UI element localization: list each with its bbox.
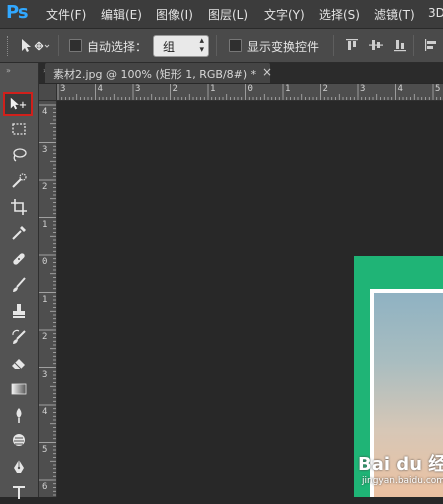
- eraser-icon: [12, 359, 25, 370]
- separator: [333, 35, 334, 56]
- close-icon[interactable]: ×: [262, 65, 272, 79]
- ruler-h-label: 3: [360, 84, 366, 94]
- canvas-area[interactable]: [57, 101, 443, 497]
- ruler-h-label: 0: [247, 84, 253, 94]
- crop-icon: [11, 199, 27, 215]
- baidu-jingyan-watermark: Bai du 经验 jingyan.baidu.com: [356, 448, 443, 497]
- menu-bar: Ps 文件(F) 编辑(E) 图像(I) 图层(L) 文字(Y) 选择(S) 滤…: [0, 0, 443, 29]
- horizontal-ruler[interactable]: 343210123456: [57, 84, 443, 101]
- ruler-v-label: 6: [42, 482, 48, 492]
- dodge-tool[interactable]: [5, 430, 33, 452]
- bandage-icon: [13, 253, 25, 265]
- pen-icon: [14, 460, 24, 473]
- history-brush-icon: [12, 329, 26, 344]
- document-tab-title: 素材2.jpg @ 100% (矩形 1, RGB/8#) *: [53, 68, 257, 81]
- show-transform-label: 显示变换控件: [247, 40, 320, 54]
- marquee-tool[interactable]: [5, 118, 33, 140]
- eraser-tool[interactable]: [5, 352, 33, 374]
- ruler-v-label: 1: [42, 294, 48, 305]
- stamp-tool[interactable]: [5, 300, 33, 322]
- pen-tool[interactable]: [5, 456, 33, 478]
- type-tool[interactable]: [5, 482, 33, 504]
- tool-preset-picker[interactable]: [20, 36, 50, 56]
- ruler-v-label: 3: [42, 144, 48, 155]
- healing-tool[interactable]: [5, 248, 33, 270]
- ruler-v-label: 0: [42, 257, 48, 267]
- blur-icon: [16, 408, 22, 423]
- crop-tool[interactable]: [5, 196, 33, 218]
- ruler-h-label: 3: [60, 84, 66, 94]
- brush-icon: [13, 277, 26, 292]
- ruler-h-label: 1: [285, 84, 291, 94]
- move-icon: [22, 39, 50, 52]
- options-bar-grip[interactable]: [7, 36, 10, 56]
- menu-edit[interactable]: 编辑(E): [101, 6, 142, 23]
- show-transform-checkbox[interactable]: [229, 39, 242, 52]
- document-tab[interactable]: 素材2.jpg @ 100% (矩形 1, RGB/8#) * ×: [45, 63, 272, 83]
- align-bottom-icon[interactable]: [393, 38, 407, 52]
- quick-select-icon: [12, 173, 27, 188]
- ruler-h-label: 1: [210, 84, 216, 94]
- lasso-icon: [13, 148, 27, 162]
- ruler-v-label: 4: [42, 107, 48, 117]
- ruler-h-label: 2: [322, 84, 328, 94]
- ruler-v-label: 2: [42, 332, 48, 342]
- menu-select[interactable]: 选择(S): [319, 6, 360, 23]
- menu-3d[interactable]: 3D: [428, 6, 443, 20]
- ruler-h-label: 4: [397, 84, 403, 94]
- ruler-v-label: 2: [42, 182, 48, 192]
- separator: [58, 35, 59, 56]
- stamp-icon: [13, 304, 25, 318]
- auto-select-label: 自动选择：: [87, 40, 148, 54]
- menu-image[interactable]: 图像(I): [156, 6, 193, 23]
- move-tool[interactable]: [3, 92, 33, 116]
- brush-tool[interactable]: [5, 274, 33, 296]
- auto-select-dropdown[interactable]: 组 ▴ ▾: [153, 35, 209, 57]
- ruler-v-label: 3: [42, 369, 48, 380]
- watermark-url: jingyan.baidu.com: [362, 476, 443, 486]
- ruler-v-label: 1: [42, 219, 48, 230]
- gradient-tool[interactable]: [5, 378, 33, 400]
- menu-type[interactable]: 文字(Y): [264, 6, 305, 23]
- quick-select-tool[interactable]: [5, 170, 33, 192]
- ruler-h-label: 3: [135, 84, 141, 94]
- lasso-tool[interactable]: [5, 144, 33, 166]
- ruler-v-label: 4: [42, 407, 48, 417]
- align-top-icon[interactable]: [345, 38, 359, 52]
- align-vertical-center-icon[interactable]: [369, 38, 383, 52]
- watermark-logo: Bai du 经验: [358, 454, 443, 475]
- eyedropper-tool[interactable]: [5, 222, 33, 244]
- separator: [216, 35, 217, 56]
- rect-marquee-icon: [12, 123, 26, 135]
- move-icon: [10, 97, 27, 110]
- vertical-ruler[interactable]: 4 3 2 1 0 1 2 3 4 5 6: [39, 101, 57, 497]
- auto-select-checkbox[interactable]: [69, 39, 82, 52]
- menu-file[interactable]: 文件(F): [46, 6, 86, 23]
- tools-panel: »: [0, 63, 39, 499]
- menu-filter[interactable]: 滤镜(T): [374, 6, 415, 23]
- gradient-icon: [11, 383, 27, 395]
- auto-select-value: 组: [163, 40, 176, 54]
- options-bar: 自动选择： 组 ▴ ▾ 显示变换控件: [0, 29, 443, 63]
- history-brush-tool[interactable]: [5, 326, 33, 348]
- align-left-icon[interactable]: [424, 38, 438, 52]
- ruler-h-label: 5: [435, 84, 441, 94]
- eyedropper-icon: [12, 226, 26, 240]
- menu-layer[interactable]: 图层(L): [208, 6, 248, 23]
- blur-tool[interactable]: [5, 404, 33, 426]
- toolbar-collapse-icon[interactable]: »: [6, 66, 11, 75]
- ruler-origin[interactable]: [39, 84, 57, 101]
- dodge-icon: [13, 434, 25, 446]
- dropdown-arrows-icon: ▴ ▾: [199, 36, 204, 55]
- ruler-h-label: 4: [97, 84, 103, 94]
- type-icon: [13, 486, 25, 499]
- photoshop-logo: Ps: [6, 2, 29, 23]
- ruler-h-label: 2: [172, 84, 178, 94]
- ruler-v-label: 5: [42, 444, 48, 455]
- separator: [413, 35, 414, 56]
